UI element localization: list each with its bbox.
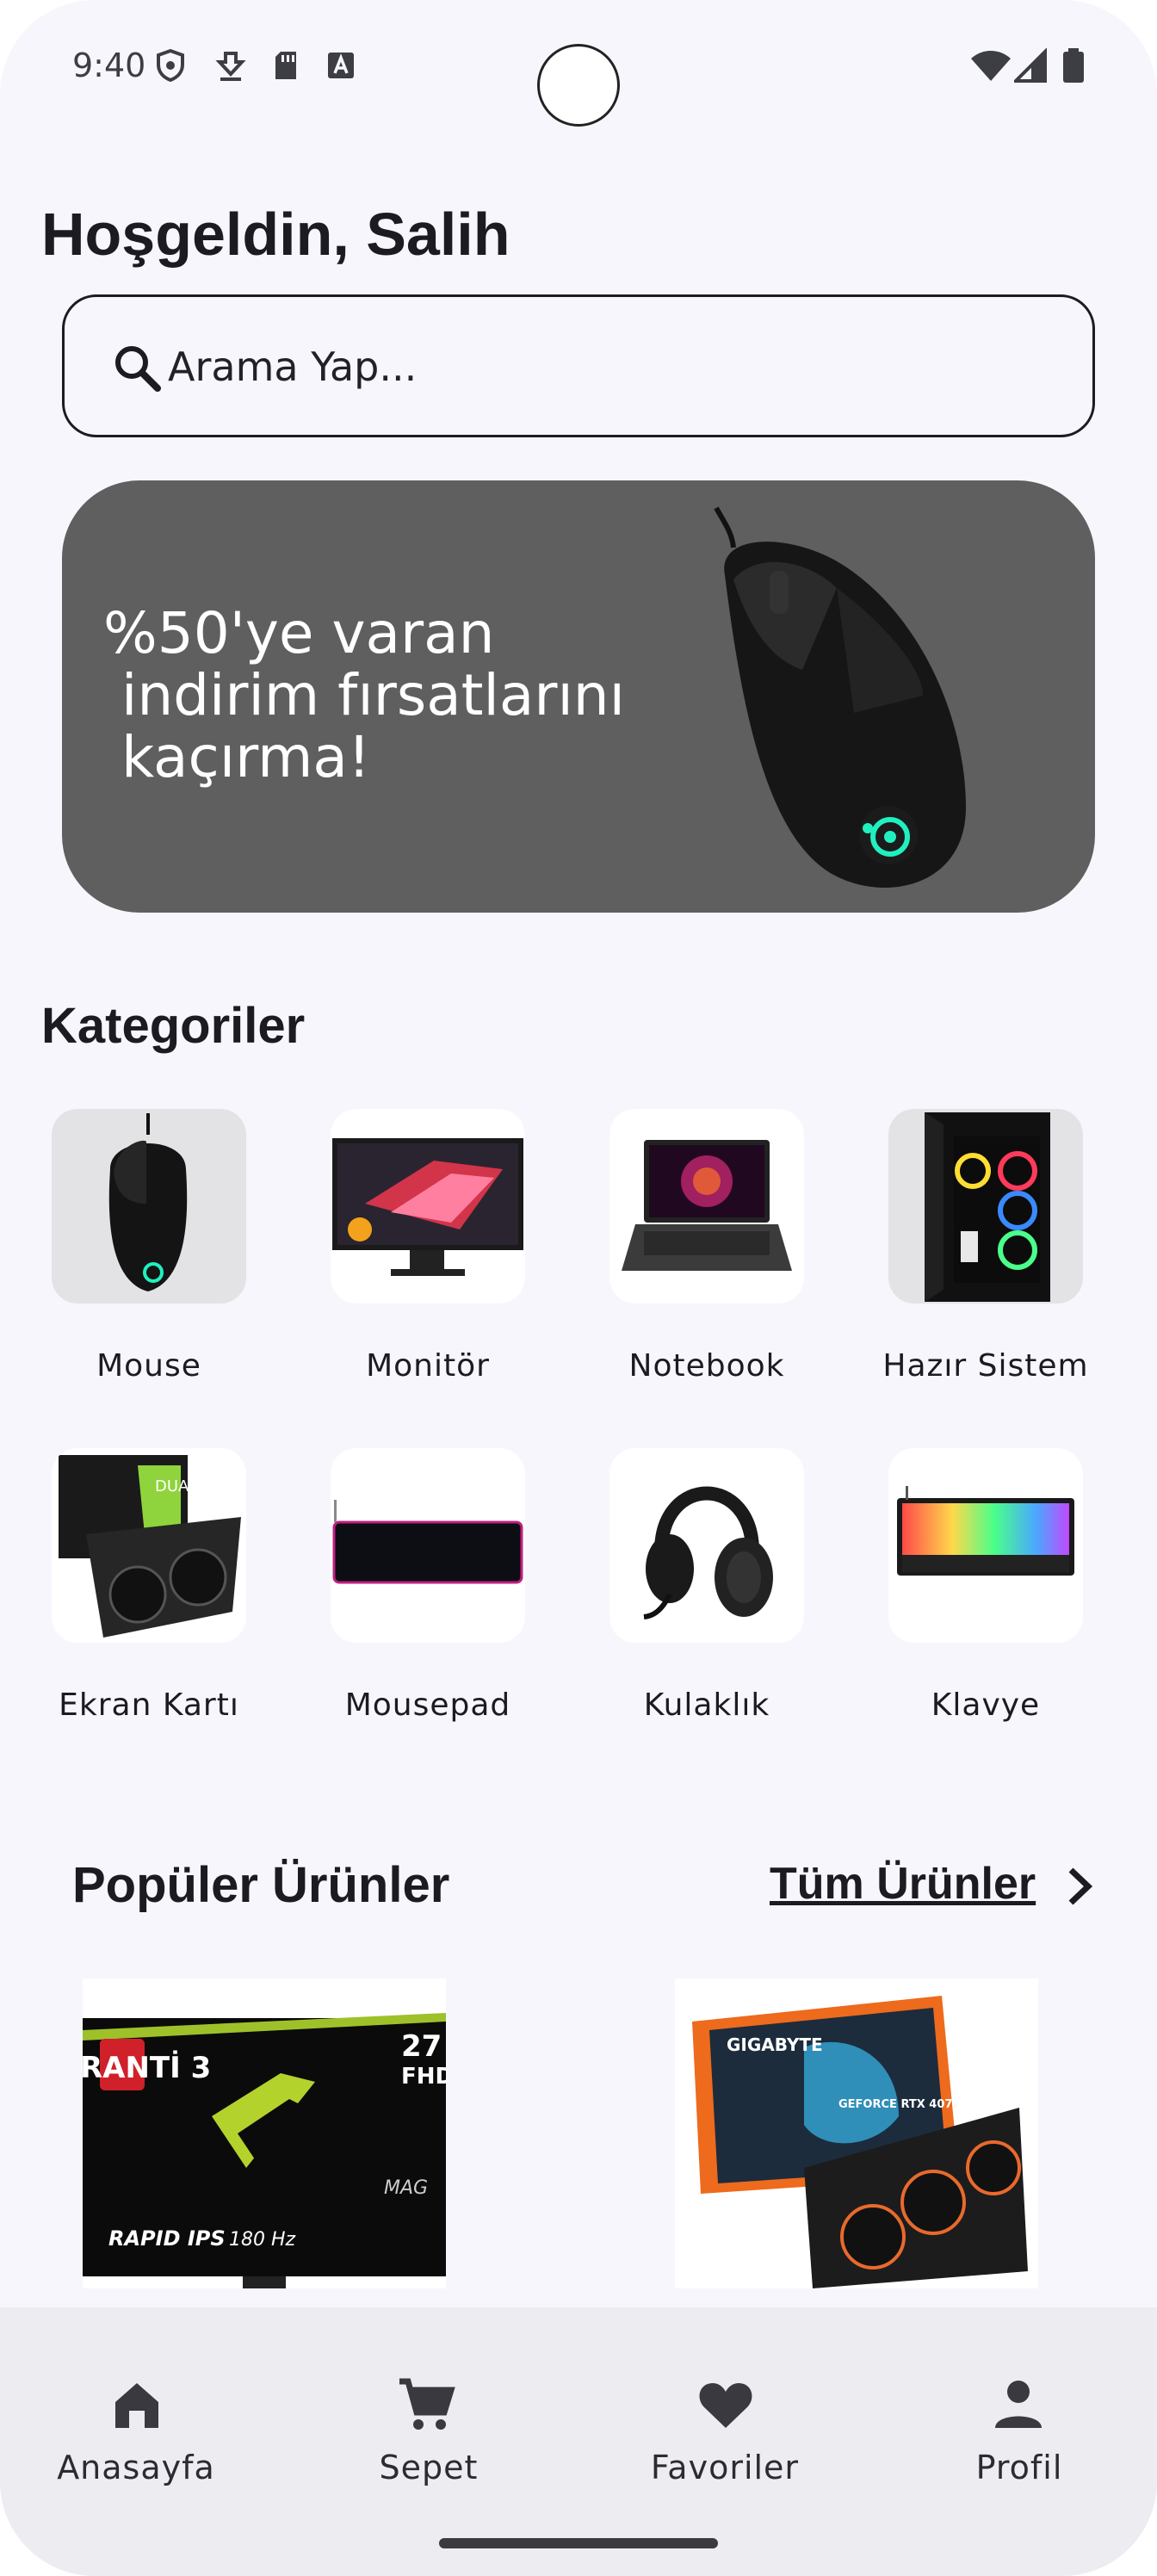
product-card-monitor[interactable]: GARANTİ 3 27 FHD MAG RAPID IPS 180 Hz [83, 1978, 446, 2288]
notebook-image [622, 1140, 792, 1271]
gpu-brand-text: GIGABYTE [727, 2034, 823, 2055]
category-label: Ekran Kartı [59, 1687, 239, 1723]
product-image-gpu: GIGABYTE GEFORCE RTX 4070 [675, 1978, 1038, 2288]
app-screen: 9:40 Hoşgeldin, Salih Arama Yap... %50'y… [0, 0, 1157, 2576]
category-label: Notebook [628, 1348, 785, 1384]
monitor-spec-ips: RAPID IPS [108, 2226, 226, 2251]
monitor-size-text: 27 [401, 2029, 442, 2064]
category-tile [888, 1109, 1083, 1303]
category-label: Klavye [931, 1687, 1041, 1723]
see-all-link[interactable]: Tüm Ürünler [770, 1858, 1036, 1918]
nav-favorites[interactable]: Favoriler [580, 2307, 869, 2523]
banner-text: %50'ye varan indirim fırsatlarını kaçırm… [103, 600, 625, 790]
bottom-nav: Anasayfa Sepet Favoriler Profil [0, 2307, 1157, 2576]
category-keyboard[interactable]: Klavye [845, 1448, 1095, 1741]
category-tile [609, 1109, 804, 1303]
category-label: Monitör [366, 1348, 490, 1384]
category-label: Mousepad [344, 1687, 511, 1723]
category-tile: DUAL [52, 1448, 246, 1643]
category-mouse[interactable]: Mouse [9, 1109, 258, 1402]
chevron-right-icon[interactable] [1057, 1863, 1100, 1910]
nav-label: Favoriler [650, 2449, 800, 2486]
nav-home[interactable]: Anasayfa [0, 2307, 289, 2523]
category-headset[interactable]: Kulaklık [566, 1448, 816, 1741]
category-tile [331, 1448, 525, 1643]
monitor-brand-text: MAG [384, 2177, 428, 2199]
search-icon [115, 346, 161, 392]
category-pc[interactable]: Hazır Sistem [845, 1109, 1095, 1402]
nav-cart[interactable]: Sepet [284, 2307, 573, 2523]
nav-profile[interactable]: Profil [875, 2307, 1157, 2523]
warranty-badge-text: GARANTİ 3 [83, 2050, 211, 2085]
product-image-monitor: GARANTİ 3 27 FHD MAG RAPID IPS 180 Hz [83, 1978, 446, 2288]
pc-case-image [925, 1112, 1050, 1302]
monitor-res-text: FHD [401, 2064, 446, 2090]
category-label: Mouse [96, 1348, 201, 1384]
category-tile [609, 1448, 804, 1643]
mouse-image [108, 1113, 188, 1291]
nav-label: Sepet [379, 2449, 479, 2486]
sd-card-icon [275, 52, 296, 79]
gpu-model-text: GEFORCE RTX 4070 [838, 2098, 960, 2111]
nav-label: Anasayfa [57, 2449, 215, 2486]
mousepad-image [332, 1500, 523, 1584]
category-tile [888, 1448, 1083, 1643]
category-mousepad[interactable]: Mousepad [288, 1448, 537, 1741]
promo-banner[interactable]: %50'ye varan indirim fırsatlarını kaçırm… [62, 480, 1095, 913]
status-time: 9:40 [72, 46, 146, 84]
keyboard-image [897, 1486, 1074, 1576]
monitor-spec-hz: 180 Hz [229, 2229, 296, 2251]
category-tile [52, 1109, 246, 1303]
nav-label: Profil [975, 2449, 1063, 2486]
mouse-image [714, 506, 966, 889]
search-placeholder: Arama Yap... [168, 344, 418, 390]
download-icon [215, 52, 246, 81]
greeting-title: Hoşgeldin, Salih [41, 201, 510, 268]
keyboard-a-icon [328, 53, 354, 78]
cart-icon [399, 2378, 455, 2430]
monitor-image [331, 1109, 525, 1303]
home-indicator[interactable] [439, 2538, 718, 2548]
shield-icon [157, 48, 184, 83]
person-icon [995, 2381, 1042, 2428]
search-input[interactable]: Arama Yap... [62, 294, 1095, 437]
category-gpu[interactable]: DUAL Ekran Kartı [9, 1448, 258, 1741]
category-notebook[interactable]: Notebook [566, 1109, 816, 1402]
category-monitor[interactable]: Monitör [288, 1109, 537, 1402]
heart-icon [699, 2383, 752, 2428]
category-label: Kulaklık [643, 1687, 770, 1723]
headset-image [643, 1486, 773, 1619]
svg-text:DUAL: DUAL [155, 1477, 197, 1495]
home-icon [115, 2383, 158, 2428]
product-card-gpu[interactable]: GIGABYTE GEFORCE RTX 4070 [675, 1978, 1038, 2288]
wifi-icon [971, 51, 1011, 81]
signal-icon [1014, 48, 1047, 83]
gpu-image: DUAL [59, 1455, 241, 1638]
status-bar: 9:40 [0, 0, 1157, 138]
categories-title: Kategoriler [41, 998, 306, 1054]
battery-icon [1063, 48, 1084, 83]
camera-cutout [537, 44, 620, 127]
category-tile [331, 1109, 525, 1303]
popular-title: Popüler Ürünler [72, 1857, 450, 1913]
category-label: Hazır Sistem [882, 1348, 1089, 1384]
